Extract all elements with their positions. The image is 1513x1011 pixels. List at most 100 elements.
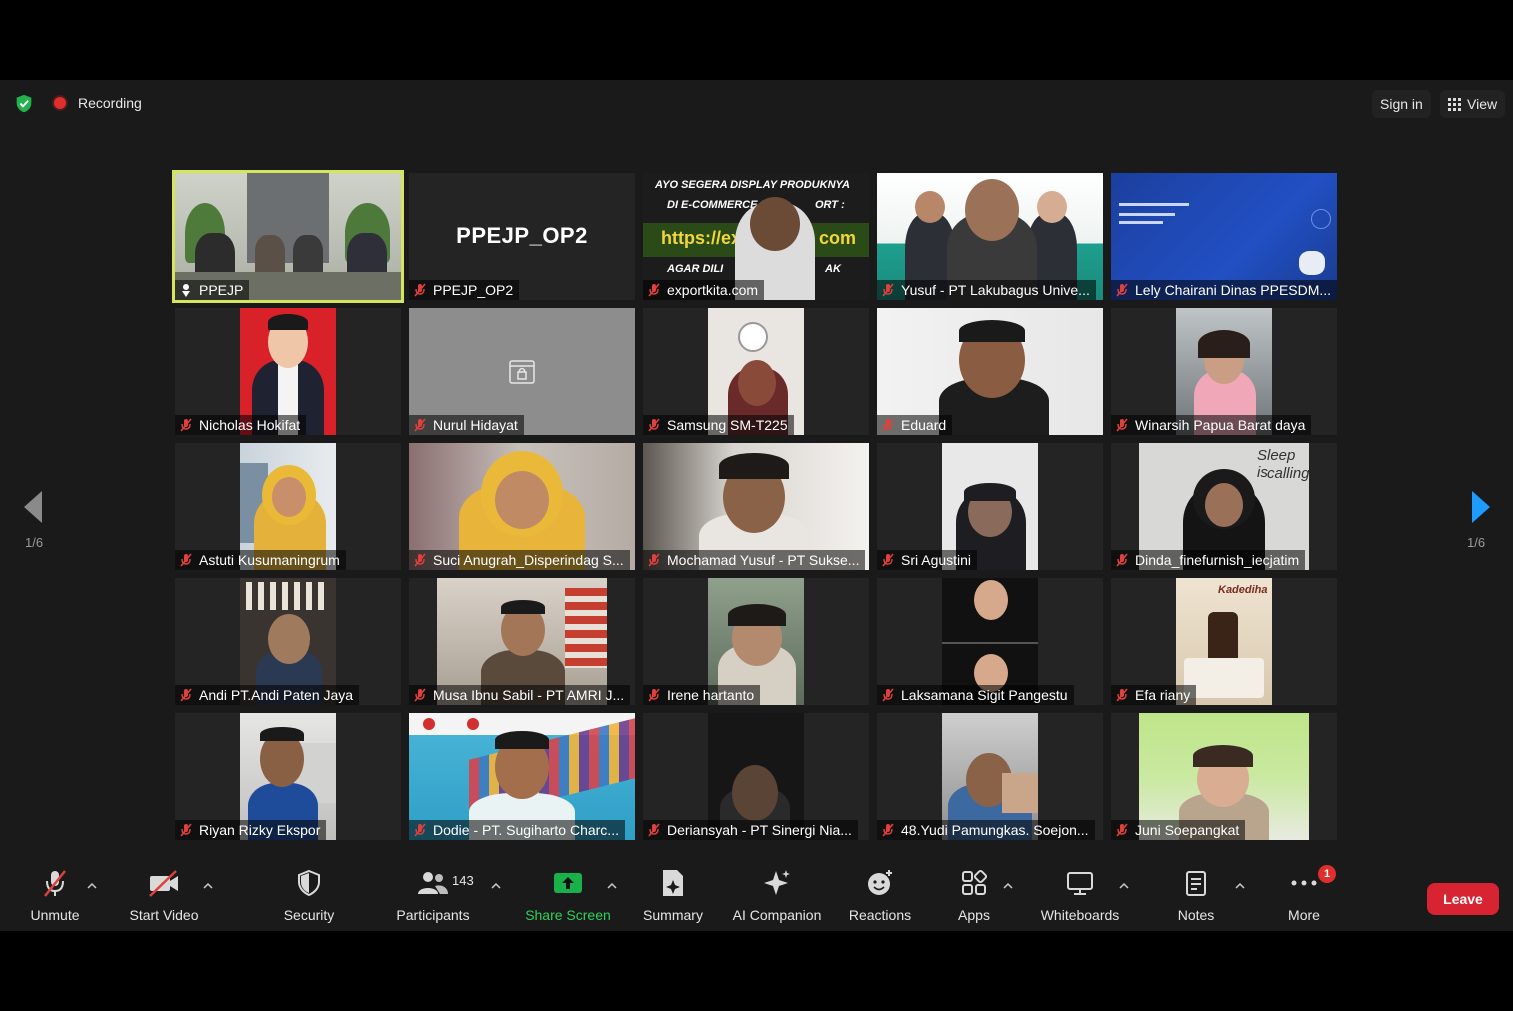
muted-mic-icon — [1115, 688, 1129, 702]
participant-tile[interactable]: Riyan Rizky Ekspor — [175, 713, 401, 840]
start-video-button[interactable]: Start Video — [122, 865, 206, 925]
apps-label: Apps — [958, 907, 990, 923]
participant-name-tag: PPEJP_OP2 — [409, 280, 520, 300]
participant-name: Samsung SM-T225 — [667, 417, 788, 433]
participant-name: Riyan Rizky Ekspor — [199, 822, 321, 838]
participant-tile[interactable]: AYO SEGERA DISPLAY PRODUKNYA DI E-COMMER… — [643, 173, 869, 300]
participant-tile[interactable]: Musa Ibnu Sabil - PT AMRI J... — [409, 578, 635, 705]
participant-name: Irene hartanto — [667, 687, 755, 703]
notes-options-chevron-icon[interactable] — [1235, 881, 1245, 891]
whiteboard-icon — [1067, 872, 1093, 895]
participant-name-tag: Mochamad Yusuf - PT Sukse... — [643, 550, 866, 570]
participant-tile[interactable]: Winarsih Papua Barat daya — [1111, 308, 1337, 435]
participant-tile[interactable]: Suci Anugrah_Disperindag S... — [409, 443, 635, 570]
participant-tile[interactable]: Samsung SM-T225 — [643, 308, 869, 435]
muted-mic-icon — [179, 553, 193, 567]
participant-tile[interactable]: Irene hartanto — [643, 578, 869, 705]
participant-name-tag: Yusuf - PT Lakubagus Unive... — [877, 280, 1096, 300]
whiteboards-button[interactable]: Whiteboards — [1034, 865, 1126, 925]
participant-count: 143 — [452, 873, 474, 888]
muted-mic-icon — [647, 688, 661, 702]
view-label: View — [1467, 96, 1498, 112]
security-label: Security — [283, 907, 335, 923]
notes-label: Notes — [1177, 907, 1215, 923]
share-screen-button[interactable]: Share Screen — [522, 865, 614, 925]
summary-button[interactable]: Summary — [638, 865, 708, 925]
share-screen-icon — [554, 873, 582, 893]
participant-tile[interactable]: PPEJP_OP2 PPEJP_OP2 — [409, 173, 635, 300]
apps-icon — [962, 869, 988, 895]
participant-tile[interactable]: PPEJP — [172, 170, 404, 303]
muted-mic-icon — [179, 688, 193, 702]
participants-button[interactable]: 143 Participants — [390, 865, 476, 925]
participant-tile[interactable]: Nurul Hidayat — [409, 308, 635, 435]
share-screen-label: Share Screen — [525, 907, 611, 923]
video-options-chevron-icon[interactable] — [203, 881, 213, 891]
summary-label: Summary — [643, 907, 703, 923]
participant-tile[interactable]: Deriansyah - PT Sinergi Nia... — [643, 713, 869, 840]
participant-tile[interactable]: Andi PT.Andi Paten Jaya — [175, 578, 401, 705]
participant-tile[interactable]: Sleep is calling Dinda_finefurnish_iecja… — [1111, 443, 1337, 570]
banner-text: AK — [825, 263, 841, 275]
notes-button[interactable]: Notes — [1168, 865, 1224, 925]
leave-button[interactable]: Leave — [1427, 883, 1499, 915]
participant-tile[interactable]: Dodie - PT. Sugiharto Charc... — [409, 713, 635, 840]
participant-tile[interactable]: Kadediha Efa riany — [1111, 578, 1337, 705]
sign-in-button[interactable]: Sign in — [1372, 90, 1431, 118]
apps-options-chevron-icon[interactable] — [1003, 881, 1013, 891]
participant-name-tag: exportkita.com — [643, 280, 765, 300]
audio-options-chevron-icon[interactable] — [87, 881, 97, 891]
encryption-shield-icon[interactable] — [12, 93, 36, 115]
muted-mic-icon — [179, 418, 193, 432]
recording-dot-icon — [54, 97, 66, 109]
whiteboards-options-chevron-icon[interactable] — [1119, 881, 1129, 891]
participant-tile[interactable]: Juni Soepangkat — [1111, 713, 1337, 840]
participant-name: PPEJP — [199, 282, 244, 298]
participant-name: Deriansyah - PT Sinergi Nia... — [667, 822, 852, 838]
participant-name-tag: 48.Yudi Pamungkas. Soejon... — [877, 820, 1095, 840]
participant-name: Dinda_finefurnish_iecjatim — [1135, 552, 1300, 568]
participant-name-tag: Dodie - PT. Sugiharto Charc... — [409, 820, 625, 840]
participant-name-tag: Juni Soepangkat — [1111, 820, 1246, 840]
pin-icon — [179, 283, 193, 297]
security-button[interactable]: Security — [276, 865, 342, 925]
participant-name-tag: Nurul Hidayat — [409, 415, 524, 435]
next-page-arrow-icon[interactable] — [1470, 490, 1492, 524]
muted-mic-icon — [179, 823, 193, 837]
participant-name: Juni Soepangkat — [1135, 822, 1240, 838]
reactions-emoji-icon — [868, 870, 892, 895]
participant-tile[interactable]: Astuti Kusumaningrum — [175, 443, 401, 570]
recording-label[interactable]: Recording — [78, 95, 142, 111]
participant-tile[interactable]: Lely Chairani Dinas PPESDM... — [1111, 173, 1337, 300]
previous-page-arrow-icon[interactable] — [22, 490, 44, 524]
muted-mic-icon — [881, 418, 895, 432]
participants-label: Participants — [396, 907, 470, 923]
whiteboards-label: Whiteboards — [1040, 907, 1120, 923]
participants-options-chevron-icon[interactable] — [491, 881, 501, 891]
more-button[interactable]: 1 More — [1280, 865, 1336, 925]
participant-tile[interactable]: Laksamana Sigit Pangestu — [877, 578, 1103, 705]
participant-tile[interactable]: Eduard — [877, 308, 1103, 435]
participant-tile[interactable]: Sri Agustini — [877, 443, 1103, 570]
participant-name-tag: Riyan Rizky Ekspor — [175, 820, 327, 840]
share-options-chevron-icon[interactable] — [607, 881, 617, 891]
apps-button[interactable]: Apps — [948, 865, 1000, 925]
reactions-button[interactable]: Reactions — [844, 865, 916, 925]
unmute-label: Unmute — [30, 907, 80, 923]
participant-tile[interactable]: Mochamad Yusuf - PT Sukse... — [643, 443, 869, 570]
participant-tile[interactable]: 48.Yudi Pamungkas. Soejon... — [877, 713, 1103, 840]
muted-mic-icon — [647, 418, 661, 432]
participant-tile[interactable]: Nicholas Hokifat — [175, 308, 401, 435]
unmute-button[interactable]: Unmute — [16, 865, 94, 925]
muted-mic-icon — [881, 553, 895, 567]
banner-text: AYO SEGERA DISPLAY PRODUKNYA — [655, 179, 850, 191]
participant-name-tag: Efa riany — [1111, 685, 1197, 705]
ai-companion-button[interactable]: AI Companion — [728, 865, 826, 925]
participant-name: Eduard — [901, 417, 947, 433]
participant-tile[interactable]: Yusuf - PT Lakubagus Unive... — [877, 173, 1103, 300]
participant-name-tag: Sri Agustini — [877, 550, 978, 570]
view-button[interactable]: View — [1440, 90, 1506, 118]
muted-mic-icon — [413, 823, 427, 837]
participant-name-tag: Winarsih Papua Barat daya — [1111, 415, 1312, 435]
muted-mic-icon — [647, 823, 661, 837]
